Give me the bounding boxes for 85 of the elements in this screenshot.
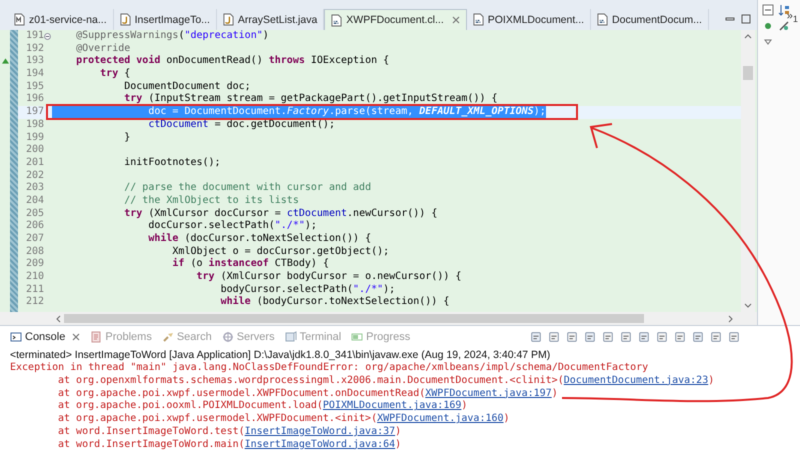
source-link[interactable]: DocumentDocument.java:23 xyxy=(564,374,708,386)
console-status: <terminated> InsertImageToWord [Java Application] D:\Java\jdk1.8.0_341\bin\javaw.exe (Aug 19, 2024, 3:40:47 PM) xyxy=(9,348,552,362)
horizontal-scrollbar[interactable] xyxy=(0,312,757,325)
code-line: @Override xyxy=(75,42,130,55)
line-number: 212 xyxy=(24,296,44,310)
line-number: 198 xyxy=(24,118,44,132)
line-number: 197 xyxy=(24,106,44,119)
line-number: 202 xyxy=(24,170,44,182)
code-line: while (bodyCursor.toNextSelection()) { xyxy=(220,296,450,310)
console-error-line: at org.openxmlformats.schemas.wordprocessingml.x2006.main.DocumentDocument.<clinit>(DocumentDocument.java:23) xyxy=(57,374,716,388)
line-number: 207 xyxy=(24,233,44,246)
source-link[interactable]: XWPFDocument.java:197 xyxy=(425,388,552,399)
code-line: @SuppressWarnings("deprecation") xyxy=(75,30,269,43)
collapse-icon[interactable] xyxy=(44,32,51,40)
line-number: 199 xyxy=(24,132,44,144)
line-number: 193 xyxy=(24,55,44,68)
line-number: 196 xyxy=(24,93,44,106)
line-number: 205 xyxy=(24,208,44,220)
view-tab[interactable]: Console xyxy=(10,331,80,343)
code-line: bodyCursor.selectPath("./*"); xyxy=(220,284,396,296)
code-line: protected void onDocumentRead() throws IOException { xyxy=(75,55,390,68)
circle-icon[interactable] xyxy=(762,20,774,32)
sort-icon[interactable] xyxy=(778,4,790,16)
editor-tab[interactable]: XWPFDocument.cl... xyxy=(324,9,467,30)
code-line: initFootnotes(); xyxy=(123,156,221,170)
line-number: 195 xyxy=(24,80,44,94)
console-error-line: at org.apache.poi.xwpf.usermodel.XWPFDocument.<init>(XWPFDocument.java:160) xyxy=(57,413,511,426)
scroll-up-icon[interactable] xyxy=(744,33,752,39)
hide-fields-icon[interactable] xyxy=(778,20,790,32)
code-line: try { xyxy=(99,68,130,81)
code-line: XmlObject o = docCursor.getObject(); xyxy=(171,246,390,258)
class-file-icon xyxy=(597,13,608,26)
code-line: try (XmlCursor bodyCursor = o.newCursor()) { xyxy=(195,271,462,284)
tab-overflow[interactable]: »$_{1}$ xyxy=(786,10,798,24)
flashlight-icon xyxy=(162,331,174,343)
code-line: ctDocument = doc.getDocument(); xyxy=(147,118,335,132)
source-link[interactable]: InsertImageToWord.java:64 xyxy=(244,438,396,450)
line-number: 194 xyxy=(24,68,44,81)
java-file-icon xyxy=(222,13,234,26)
line-number: 208 xyxy=(24,246,44,258)
class-file-icon xyxy=(331,14,342,26)
scroll-left-icon[interactable] xyxy=(55,314,61,322)
line-number: 206 xyxy=(24,220,44,234)
line-number: 191 xyxy=(24,30,44,43)
code-line: while (docCursor.toNextSelection()) { xyxy=(147,233,372,246)
console-error-line: at org.apache.poi.xwpf.usermodel.XWPFDocument.onDocumentRead(XWPFDocument.java:197) xyxy=(57,388,559,400)
progress-icon xyxy=(351,331,364,343)
terminal-icon xyxy=(284,331,297,343)
code-line: } xyxy=(123,132,130,144)
line-number: 211 xyxy=(24,284,44,296)
scroll-thumb[interactable] xyxy=(743,66,753,80)
close-icon[interactable] xyxy=(72,333,80,341)
line-number: 209 xyxy=(24,258,44,272)
console-error-line: at org.apache.poi.ooxml.POIXMLDocument.load(POIXMLDocument.java:169) xyxy=(57,400,468,413)
source-link[interactable]: POIXMLDocument.java:169 xyxy=(322,400,462,412)
console-error-line: at word.InsertImageToWord.test(InsertImageToWord.java:37) xyxy=(57,426,402,439)
code-line: try (XmlCursor docCursor = ctDocument.newCursor()) { xyxy=(123,208,438,220)
servers-icon xyxy=(222,331,234,343)
console-icon xyxy=(10,331,22,343)
code-line: if (o instanceof CTBody) { xyxy=(171,258,329,271)
close-icon[interactable] xyxy=(452,16,460,24)
java-file-icon xyxy=(120,13,131,26)
console-error-line: Exception in thread "main" java.lang.NoClassDefFoundError: org/apache/xmlbeans/impl/schema/DocumentFactory xyxy=(9,362,650,375)
console-error-line: at word.InsertImageToWord.main(InsertImageToWord.java:64) xyxy=(57,438,402,452)
line-number: 203 xyxy=(24,182,44,195)
scroll-right-icon[interactable] xyxy=(728,314,734,322)
code-line: DocumentDocument doc; xyxy=(123,80,251,93)
source-link[interactable]: XWPFDocument.java:160 xyxy=(377,413,504,424)
source-link[interactable]: InsertImageToWord.java:37 xyxy=(244,426,396,437)
line-number: 204 xyxy=(24,194,44,208)
xml-file-icon xyxy=(14,13,25,26)
line-number: 192 xyxy=(24,42,44,56)
collapse-all-icon[interactable] xyxy=(762,4,774,16)
line-number: 210 xyxy=(24,271,44,284)
scroll-thumb[interactable] xyxy=(64,314,644,323)
class-file-icon xyxy=(472,13,484,26)
code-line: // the XmlObject to its lists xyxy=(123,194,299,208)
code-line: try (InputStream stream = getPackagePart().getInputStream()) { xyxy=(123,93,498,106)
problems-icon xyxy=(90,331,102,343)
code-line: // parse the document with cursor and add xyxy=(123,182,372,195)
line-number: 201 xyxy=(24,156,44,170)
line-number: 200 xyxy=(24,144,44,157)
vertical-scrollbar[interactable] xyxy=(741,30,755,312)
scroll-down-icon[interactable] xyxy=(744,303,752,309)
code-line: docCursor.selectPath("./*"); xyxy=(147,220,317,232)
